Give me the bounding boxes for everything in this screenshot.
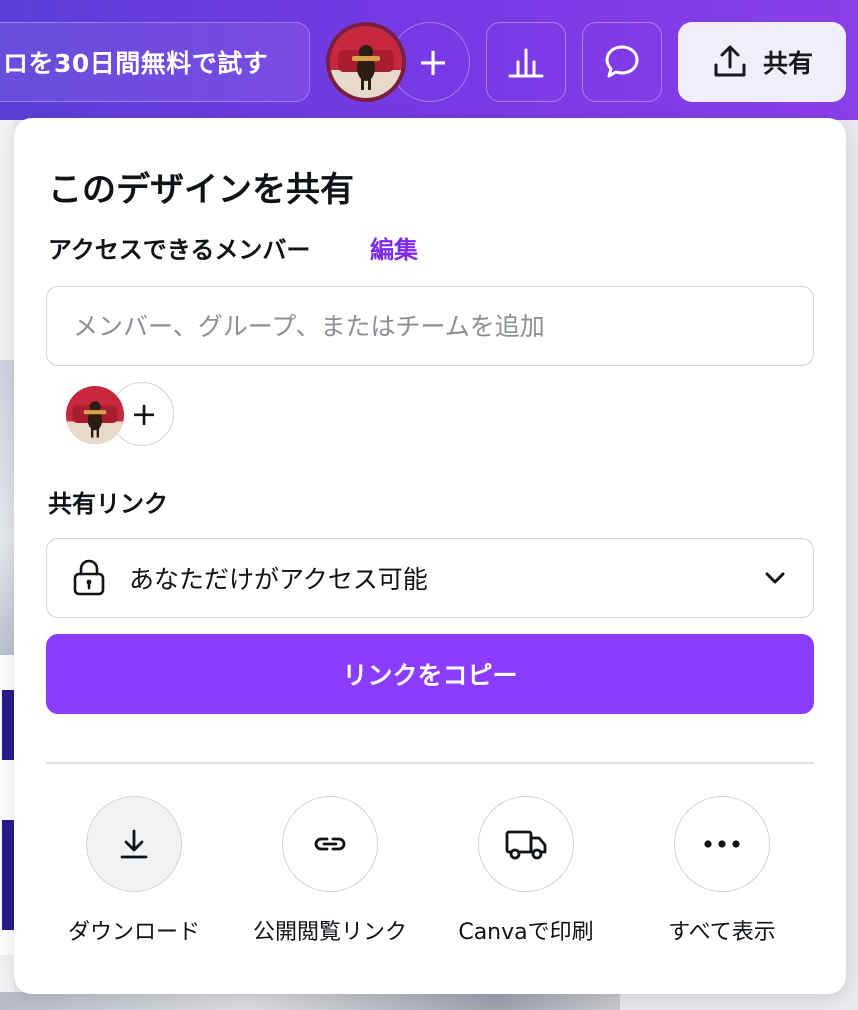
member-avatar-image (66, 386, 124, 444)
free-trial-button[interactable]: ロを30日間無料で試す (0, 22, 310, 102)
share-button[interactable]: 共有 (678, 22, 846, 102)
print-with-canva-label: Canvaで印刷 (458, 920, 594, 945)
public-view-link-button[interactable] (282, 796, 378, 892)
link-access-value: あなただけがアクセス可能 (129, 565, 428, 594)
canvas-text-fragment (2, 820, 14, 930)
more-icon (704, 840, 740, 848)
print-with-canva-button[interactable] (478, 796, 574, 892)
share-panel: このデザインを共有 アクセスできるメンバー 編集 + 共有リンク あなただけがア… (14, 118, 846, 994)
divider (46, 762, 814, 764)
print-with-canva-action[interactable]: Canvaで印刷 (436, 796, 616, 946)
canvas-text-fragment (2, 690, 14, 760)
truck-icon (505, 830, 547, 860)
see-all-label: すべて表示 (668, 920, 776, 945)
see-all-action[interactable]: すべて表示 (632, 796, 812, 946)
upload-icon (714, 45, 746, 77)
copy-link-button[interactable]: リンクをコピー (46, 634, 814, 714)
comment-icon (605, 45, 639, 78)
public-view-link-label: 公開閲覧リンク (252, 920, 407, 945)
edit-members-link[interactable]: 編集 (370, 230, 418, 265)
members-label: アクセスできるメンバー (48, 236, 311, 264)
public-view-link-action[interactable]: 公開閲覧リンク (240, 796, 420, 946)
insights-button[interactable] (486, 22, 566, 102)
canvas-image (0, 360, 14, 660)
chevron-down-icon (765, 572, 785, 584)
bar-chart-icon (508, 48, 544, 78)
lock-icon (73, 559, 105, 596)
download-label: ダウンロード (67, 920, 200, 945)
link-icon (314, 837, 346, 851)
comments-button[interactable] (582, 22, 662, 102)
see-all-button[interactable] (674, 796, 770, 892)
top-bar: ロを30日間無料で試す + 共有 (0, 0, 858, 120)
download-icon (120, 829, 148, 859)
canvas-bottom-image (0, 992, 620, 1010)
download-action[interactable]: ダウンロード (44, 796, 224, 946)
add-member-input[interactable] (46, 286, 814, 366)
member-avatar[interactable] (66, 386, 124, 444)
share-link-label: 共有リンク (48, 490, 168, 518)
share-button-label: 共有 (762, 49, 813, 78)
avatar[interactable] (326, 22, 406, 102)
panel-title: このデザインを共有 (48, 170, 354, 210)
link-access-dropdown[interactable]: あなただけがアクセス可能 (46, 538, 814, 618)
download-button[interactable] (86, 796, 182, 892)
avatar-image (330, 26, 402, 98)
